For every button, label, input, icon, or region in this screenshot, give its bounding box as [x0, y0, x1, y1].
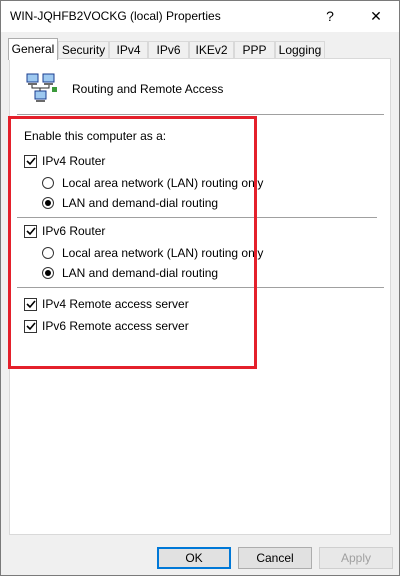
ipv4-router-label: IPv4 Router	[42, 154, 106, 168]
window-title: WIN-JQHFB2VOCKG (local) Properties	[10, 9, 221, 23]
ipv4-lan-only-radio[interactable]: Local area network (LAN) routing only	[42, 176, 263, 190]
radio-dot-icon	[45, 270, 51, 276]
general-tab-panel: Routing and Remote Access Enable this co…	[9, 58, 391, 535]
app-name: Routing and Remote Access	[72, 82, 224, 96]
tab-security[interactable]: Security	[58, 41, 109, 59]
header-separator	[17, 114, 384, 115]
ipv6-lan-demand-label: LAN and demand-dial routing	[62, 266, 219, 280]
ipv4-lan-demand-label: LAN and demand-dial routing	[62, 196, 219, 210]
checkbox-box[interactable]	[24, 224, 37, 238]
section-divider	[17, 217, 377, 218]
tab-general[interactable]: General	[8, 38, 58, 60]
tab-strip: General Security IPv4 IPv6 IKEv2 PPP Log…	[1, 32, 399, 60]
ipv6-lan-only-radio[interactable]: Local area network (LAN) routing only	[42, 246, 263, 260]
check-mark-icon	[25, 322, 36, 331]
cancel-button[interactable]: Cancel	[238, 547, 312, 569]
ipv4-remote-access-checkbox[interactable]: IPv4 Remote access server	[24, 297, 189, 311]
radio-circle-selected[interactable]	[42, 267, 54, 279]
ipv4-remote-access-label: IPv4 Remote access server	[42, 297, 189, 311]
section-divider	[17, 287, 384, 288]
tab-ppp[interactable]: PPP	[234, 41, 275, 59]
routing-computers-icon	[25, 72, 59, 104]
close-button[interactable]: ✕	[361, 5, 391, 27]
check-mark-icon	[25, 300, 36, 309]
checkbox-box[interactable]	[24, 297, 37, 311]
tab-ipv4[interactable]: IPv4	[109, 41, 148, 59]
tab-logging[interactable]: Logging	[275, 41, 325, 59]
ipv4-router-checkbox[interactable]: IPv4 Router	[24, 154, 105, 168]
radio-dot-icon	[45, 200, 51, 206]
title-bar: WIN-JQHFB2VOCKG (local) Properties ? ✕	[1, 1, 399, 32]
ipv6-lan-only-label: Local area network (LAN) routing only	[62, 246, 264, 260]
check-mark-icon	[25, 157, 36, 166]
ipv6-router-label: IPv6 Router	[42, 224, 106, 238]
radio-circle[interactable]	[42, 247, 54, 259]
radio-circle[interactable]	[42, 177, 54, 189]
tab-ikev2[interactable]: IKEv2	[189, 41, 234, 59]
enable-as-label: Enable this computer as a:	[24, 129, 167, 143]
ipv4-lan-only-label: Local area network (LAN) routing only	[62, 176, 264, 190]
radio-circle-selected[interactable]	[42, 197, 54, 209]
checkbox-box[interactable]	[24, 319, 37, 333]
ipv6-remote-access-checkbox[interactable]: IPv6 Remote access server	[24, 319, 189, 333]
help-button[interactable]: ?	[315, 5, 345, 27]
properties-dialog: WIN-JQHFB2VOCKG (local) Properties ? ✕ G…	[0, 0, 400, 576]
ok-button[interactable]: OK	[157, 547, 231, 569]
ipv4-lan-demand-radio[interactable]: LAN and demand-dial routing	[42, 196, 218, 210]
tab-ipv6[interactable]: IPv6	[148, 41, 189, 59]
ipv6-router-checkbox[interactable]: IPv6 Router	[24, 224, 105, 238]
checkbox-box[interactable]	[24, 154, 37, 168]
ipv6-lan-demand-radio[interactable]: LAN and demand-dial routing	[42, 266, 218, 280]
ipv6-remote-access-label: IPv6 Remote access server	[42, 319, 189, 333]
check-mark-icon	[25, 227, 36, 236]
apply-button[interactable]: Apply	[319, 547, 393, 569]
